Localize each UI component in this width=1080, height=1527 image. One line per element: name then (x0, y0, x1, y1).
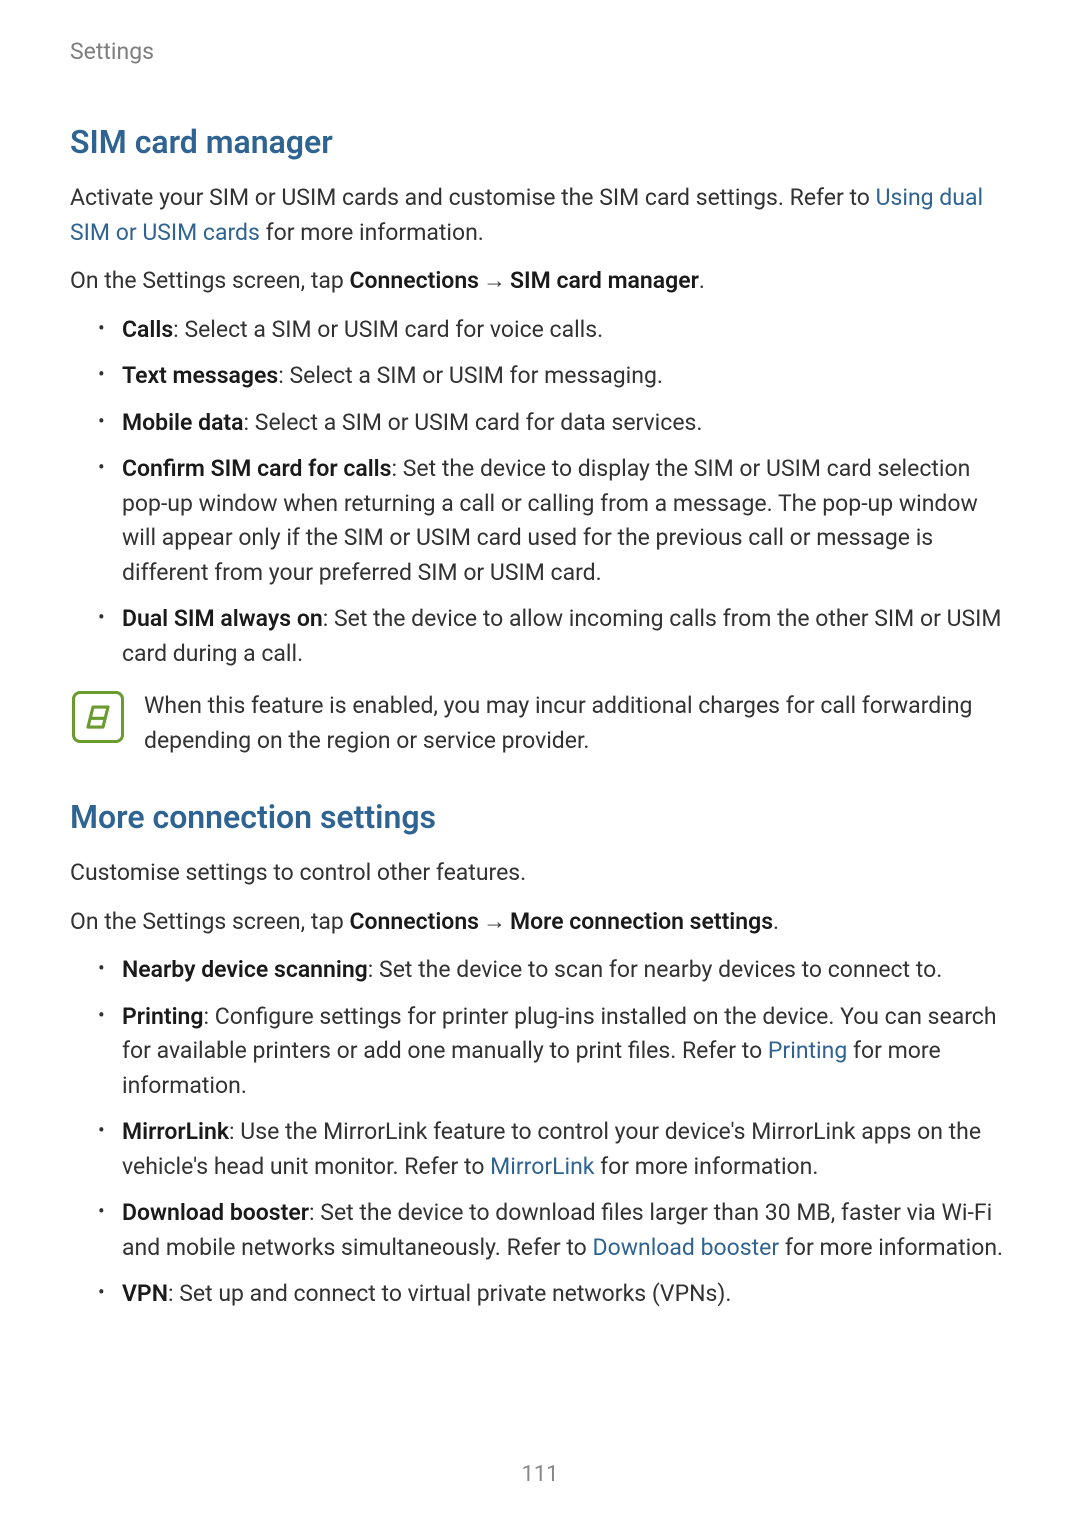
link-download-booster[interactable]: Download booster (593, 1234, 780, 1261)
list-item: Printing: Configure settings for printer… (70, 1000, 1010, 1104)
nav-instruction: On the Settings screen, tap Connections … (70, 905, 1010, 940)
item-label: Calls (122, 316, 173, 343)
item-label: VPN (122, 1280, 168, 1307)
item-label: Nearby device scanning (122, 956, 368, 983)
text: Activate your SIM or USIM cards and cust… (70, 184, 876, 211)
bullet-list: Nearby device scanning: Set the device t… (70, 953, 1010, 1312)
list-item: VPN: Set up and connect to virtual priva… (70, 1277, 1010, 1312)
page-number: 111 (0, 1462, 1080, 1487)
item-label: Text messages (122, 362, 278, 389)
item-text: : Set the device to scan for nearby devi… (368, 956, 942, 983)
nav-instruction: On the Settings screen, tap Connections … (70, 264, 1010, 299)
path-step: Connections (349, 908, 479, 935)
list-item: Text messages: Select a SIM or USIM for … (70, 359, 1010, 394)
path-step: More connection settings (510, 908, 773, 935)
list-item: MirrorLink: Use the MirrorLink feature t… (70, 1115, 1010, 1184)
item-text: : Select a SIM or USIM card for data ser… (244, 409, 703, 436)
breadcrumb-label: Settings (70, 38, 1010, 65)
list-item: Dual SIM always on: Set the device to al… (70, 602, 1010, 671)
item-text: : Select a SIM or USIM for messaging. (278, 362, 663, 389)
text: . (699, 267, 705, 294)
item-label: Dual SIM always on (122, 605, 323, 632)
text: On the Settings screen, tap (70, 267, 349, 294)
note-callout: When this feature is enabled, you may in… (70, 689, 1010, 758)
list-item: Confirm SIM card for calls: Set the devi… (70, 452, 1010, 590)
item-text: : Set up and connect to virtual private … (168, 1280, 731, 1307)
text: . (773, 908, 779, 935)
link-mirrorlink[interactable]: MirrorLink (490, 1153, 594, 1180)
list-item: Download booster: Set the device to down… (70, 1196, 1010, 1265)
path-step: SIM card manager (510, 267, 699, 294)
page: Settings SIM card manager Activate your … (0, 0, 1080, 1527)
list-item: Mobile data: Select a SIM or USIM card f… (70, 406, 1010, 441)
text: for more information. (260, 219, 484, 246)
intro-paragraph: Customise settings to control other feat… (70, 856, 1010, 891)
list-item: Nearby device scanning: Set the device t… (70, 953, 1010, 988)
note-text: When this feature is enabled, you may in… (144, 689, 1010, 758)
arrow-icon: → (479, 264, 510, 299)
section-heading-more-connection: More connection settings (70, 798, 1010, 836)
item-text: for more information. (594, 1153, 818, 1180)
section-heading-sim-card-manager: SIM card manager (70, 123, 1010, 161)
link-printing[interactable]: Printing (768, 1037, 847, 1064)
arrow-icon: → (479, 905, 510, 940)
list-item: Calls: Select a SIM or USIM card for voi… (70, 313, 1010, 348)
bullet-list: Calls: Select a SIM or USIM card for voi… (70, 313, 1010, 672)
item-label: Download booster (122, 1199, 309, 1226)
text: On the Settings screen, tap (70, 908, 349, 935)
item-text: : Select a SIM or USIM card for voice ca… (173, 316, 603, 343)
item-label: Mobile data (122, 409, 244, 436)
intro-paragraph: Activate your SIM or USIM cards and cust… (70, 181, 1010, 250)
path-step: Connections (349, 267, 479, 294)
note-icon (72, 691, 124, 743)
item-text: for more information. (779, 1234, 1003, 1261)
item-label: MirrorLink (122, 1118, 229, 1145)
item-label: Confirm SIM card for calls (122, 455, 392, 482)
item-label: Printing (122, 1003, 204, 1030)
